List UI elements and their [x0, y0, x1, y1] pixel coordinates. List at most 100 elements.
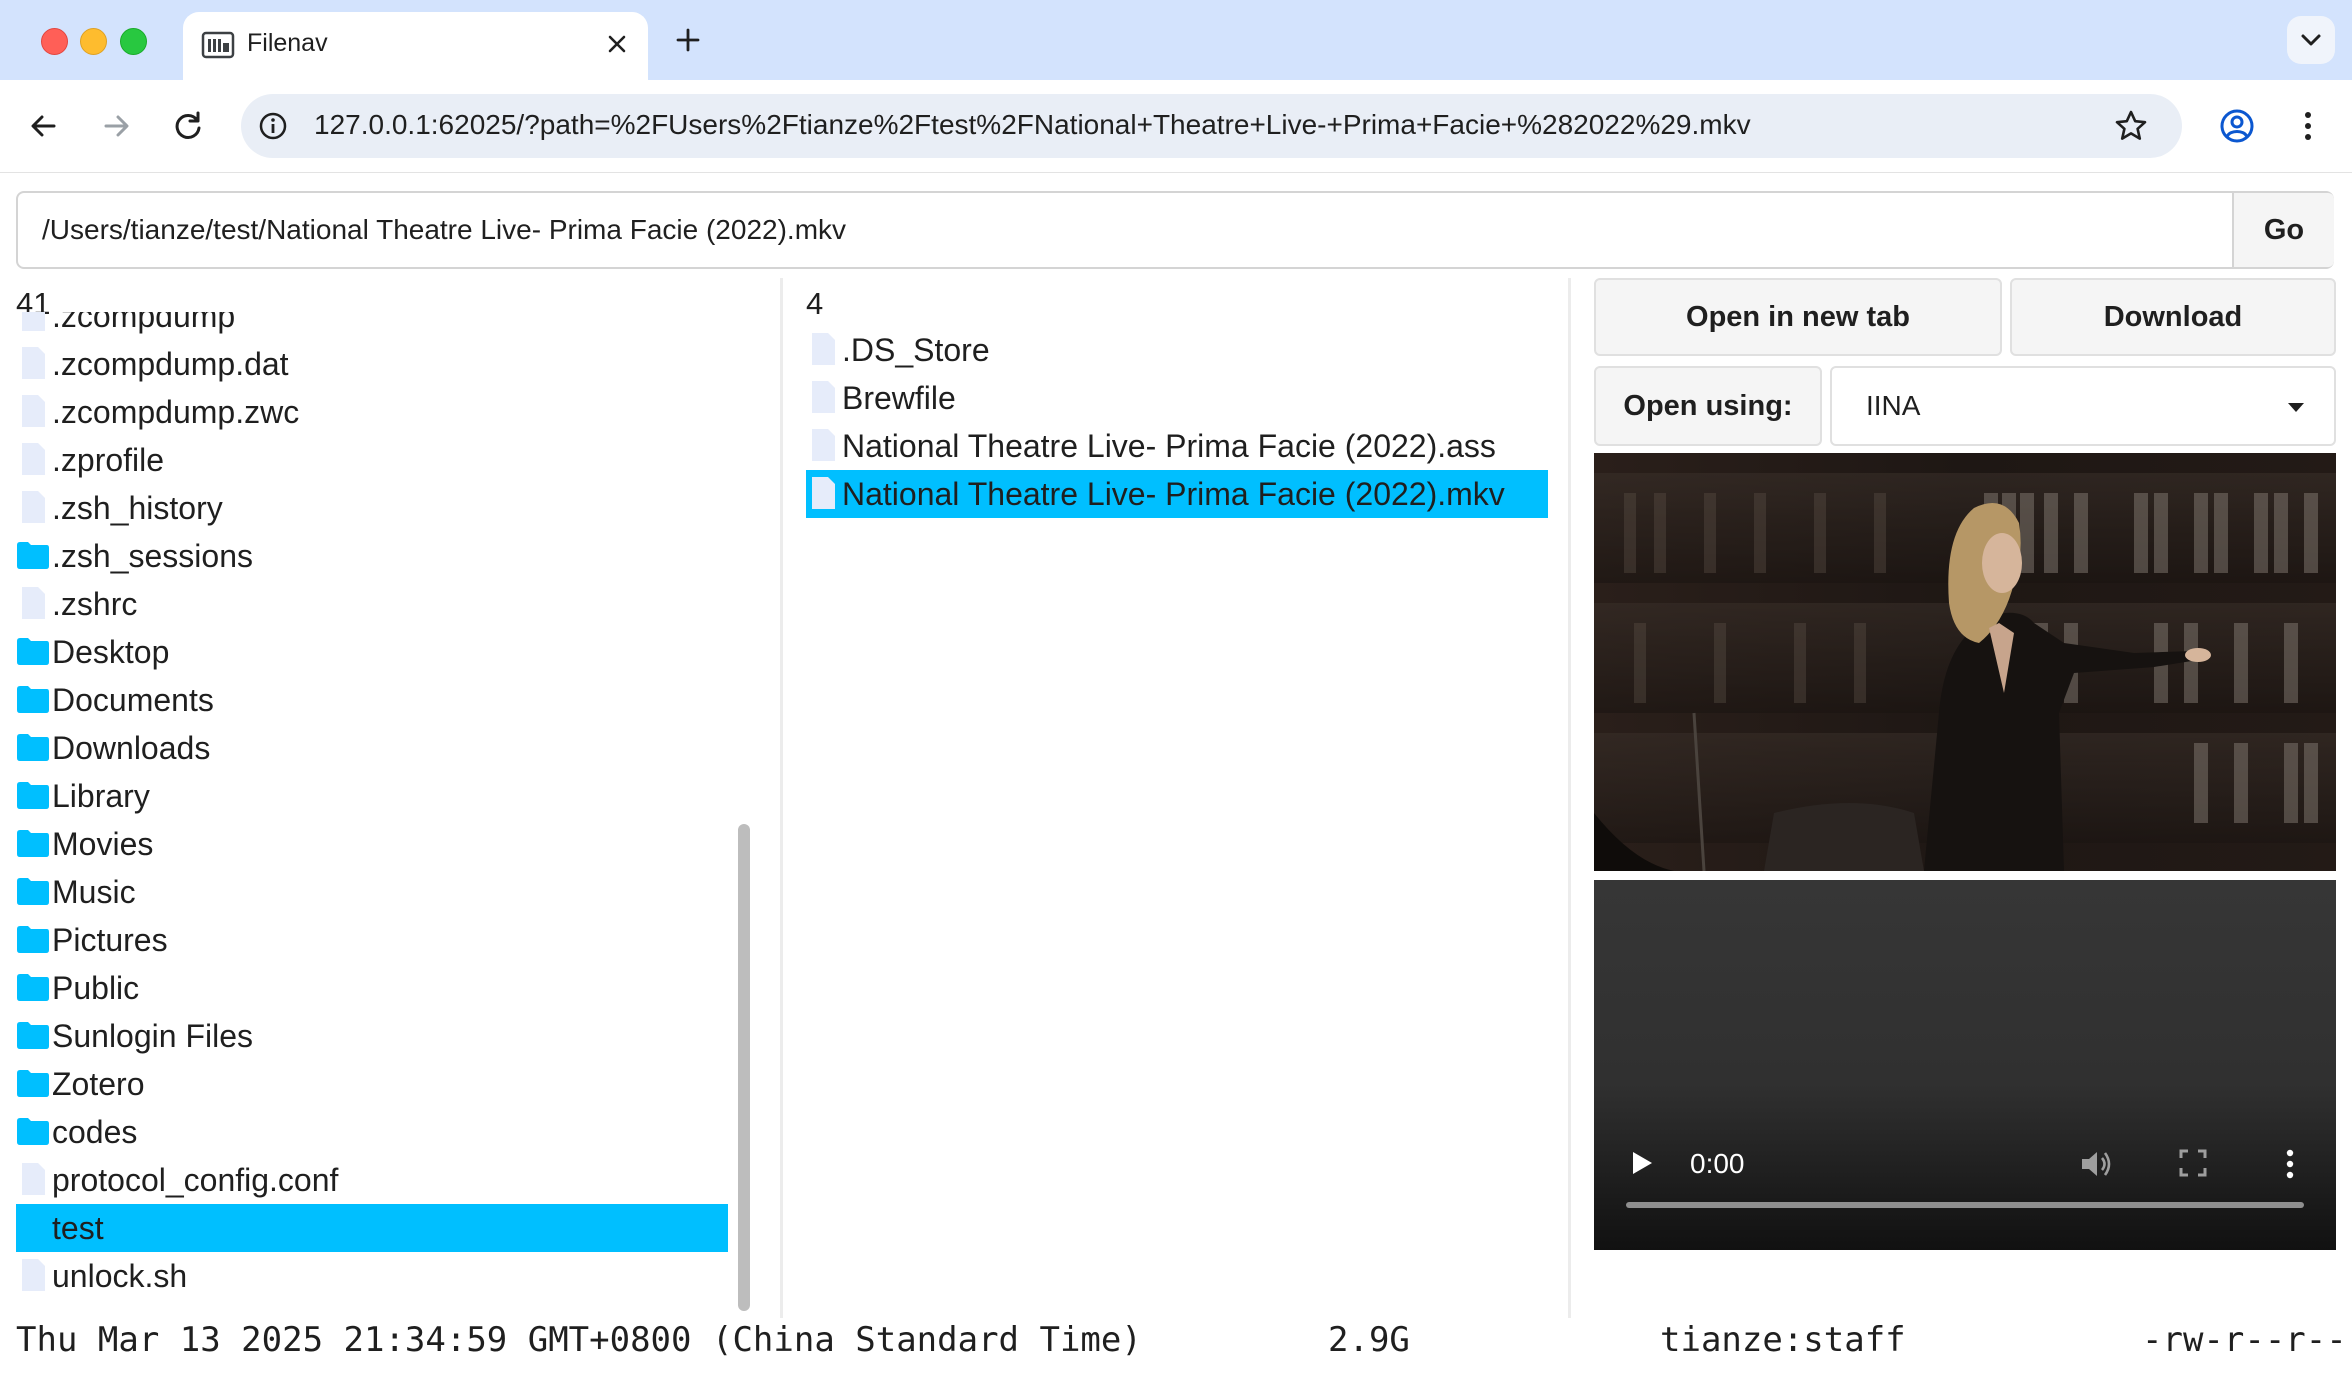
fullscreen-icon[interactable]	[2176, 1146, 2210, 1180]
forward-arrow-icon[interactable]	[92, 102, 140, 150]
volume-icon[interactable]	[2076, 1144, 2116, 1184]
list-item[interactable]: .zcompdump	[16, 312, 728, 340]
file-icon	[812, 477, 835, 509]
new-tab-icon[interactable]	[668, 20, 708, 60]
path-bar: Go	[16, 191, 2334, 269]
list-item-label: .zcompdump.zwc	[52, 393, 300, 430]
list-item-label: Desktop	[52, 633, 170, 670]
list-item[interactable]: .zshrc	[16, 580, 728, 628]
list-item-label: Documents	[52, 681, 214, 718]
list-item[interactable]: Library	[16, 772, 728, 820]
column-divider[interactable]	[1568, 278, 1571, 1318]
progress-bar[interactable]	[1626, 1202, 2304, 1208]
list-item[interactable]: test	[16, 1204, 728, 1252]
folder-icon	[17, 734, 49, 761]
download-button[interactable]: Download	[2010, 278, 2336, 356]
go-button[interactable]: Go	[2232, 193, 2334, 267]
tab-close-icon[interactable]	[599, 26, 635, 62]
list-item[interactable]: Downloads	[16, 724, 728, 772]
folder-icon	[17, 782, 49, 809]
chevron-down-icon	[2301, 34, 2321, 46]
address-url[interactable]: 127.0.0.1:62025/?path=%2FUsers%2Ftianze%…	[314, 109, 1751, 141]
list-item-label: .zcompdump	[52, 312, 236, 334]
left-pane-scrollbar[interactable]	[738, 824, 750, 1311]
profile-icon[interactable]	[2213, 102, 2261, 150]
list-item-label: Music	[52, 873, 136, 910]
list-item[interactable]: Public	[16, 964, 728, 1012]
list-item-label: protocol_config.conf	[52, 1161, 339, 1198]
list-item[interactable]: Movies	[16, 820, 728, 868]
browser-toolbar: 127.0.0.1:62025/?path=%2FUsers%2Ftianze%…	[0, 80, 2352, 173]
folder-icon	[17, 638, 49, 665]
address-bar[interactable]: 127.0.0.1:62025/?path=%2FUsers%2Ftianze%…	[241, 94, 2182, 158]
list-item[interactable]: Music	[16, 868, 728, 916]
left-file-list[interactable]: .zcompdump .zcompdump.dat .zcompdump.zwc .z…	[16, 312, 730, 1312]
list-item[interactable]: Pictures	[16, 916, 728, 964]
list-item[interactable]: protocol_config.conf	[16, 1156, 728, 1204]
list-item-label: .zcompdump.dat	[52, 345, 289, 382]
player-more-icon[interactable]	[2270, 1144, 2310, 1184]
list-item[interactable]: Sunlogin Files	[16, 1012, 728, 1060]
reload-icon[interactable]	[164, 102, 212, 150]
list-item-label: National Theatre Live- Prima Facie (2022…	[842, 475, 1505, 512]
list-item[interactable]: Documents	[16, 676, 728, 724]
list-item-label: .zsh_history	[52, 489, 223, 526]
list-item[interactable]: .zcompdump.zwc	[16, 388, 728, 436]
play-icon[interactable]	[1624, 1146, 1658, 1180]
list-item[interactable]: unlock.sh	[16, 1252, 728, 1300]
list-item-label: codes	[52, 1113, 138, 1150]
list-item[interactable]: Desktop	[16, 628, 728, 676]
folder-icon	[17, 542, 49, 569]
browser-tab[interactable]: Filenav	[183, 12, 648, 80]
open-using-select[interactable]: IINA	[1830, 366, 2336, 446]
file-icon	[22, 347, 45, 379]
tab-title: Filenav	[247, 29, 328, 57]
folder-icon	[17, 830, 49, 857]
status-permissions: -rw-r--r--	[2142, 1320, 2347, 1360]
status-size: 2.9G	[1328, 1320, 1410, 1360]
list-item[interactable]: National Theatre Live- Prima Facie (2022…	[806, 470, 1548, 518]
video-thumbnail	[1594, 453, 2336, 871]
list-item[interactable]: Brewfile	[806, 374, 1548, 422]
open-using-label: Open using:	[1594, 366, 1822, 446]
list-item-label: Pictures	[52, 921, 168, 958]
path-input[interactable]	[18, 193, 2232, 267]
list-item-label: Downloads	[52, 729, 211, 766]
list-item-label: .DS_Store	[842, 331, 990, 368]
list-item[interactable]: codes	[16, 1108, 728, 1156]
list-item[interactable]: .zcompdump.dat	[16, 340, 728, 388]
folder-icon	[17, 1022, 49, 1049]
folder-icon	[17, 686, 49, 713]
list-item[interactable]: .DS_Store	[806, 326, 1548, 374]
file-icon	[22, 395, 45, 427]
folder-icon	[17, 1214, 49, 1241]
middle-file-list[interactable]: .DS_Store Brewfile National Theatre Live- …	[806, 326, 1548, 726]
video-player[interactable]: 0:00	[1594, 880, 2336, 1250]
site-info-icon[interactable]	[255, 108, 291, 144]
status-owner: tianze:staff	[1660, 1320, 1906, 1360]
list-item[interactable]: National Theatre Live- Prima Facie (2022…	[806, 422, 1548, 470]
middle-pane-count: 4	[806, 286, 824, 321]
file-icon	[22, 1163, 45, 1195]
list-item[interactable]: .zprofile	[16, 436, 728, 484]
tab-search-button[interactable]	[2287, 16, 2335, 64]
folder-icon	[17, 974, 49, 1001]
list-item[interactable]: .zsh_sessions	[16, 532, 728, 580]
window-close-button[interactable]	[41, 28, 68, 55]
player-time: 0:00	[1690, 1148, 1745, 1179]
file-icon	[812, 429, 835, 461]
back-arrow-icon[interactable]	[20, 102, 68, 150]
list-item[interactable]: Zotero	[16, 1060, 728, 1108]
window-minimize-button[interactable]	[80, 28, 107, 55]
column-divider[interactable]	[780, 278, 783, 1318]
file-icon	[812, 381, 835, 413]
list-item-label: test	[52, 1209, 104, 1246]
list-item-label: .zshrc	[52, 585, 138, 622]
list-item[interactable]: .zsh_history	[16, 484, 728, 532]
bookmark-star-icon[interactable]	[2111, 106, 2151, 146]
folder-icon	[17, 1070, 49, 1097]
window-zoom-button[interactable]	[120, 28, 147, 55]
browser-menu-icon[interactable]	[2284, 102, 2332, 150]
list-item-label: National Theatre Live- Prima Facie (2022…	[842, 427, 1496, 464]
open-in-new-tab-button[interactable]: Open in new tab	[1594, 278, 2002, 356]
